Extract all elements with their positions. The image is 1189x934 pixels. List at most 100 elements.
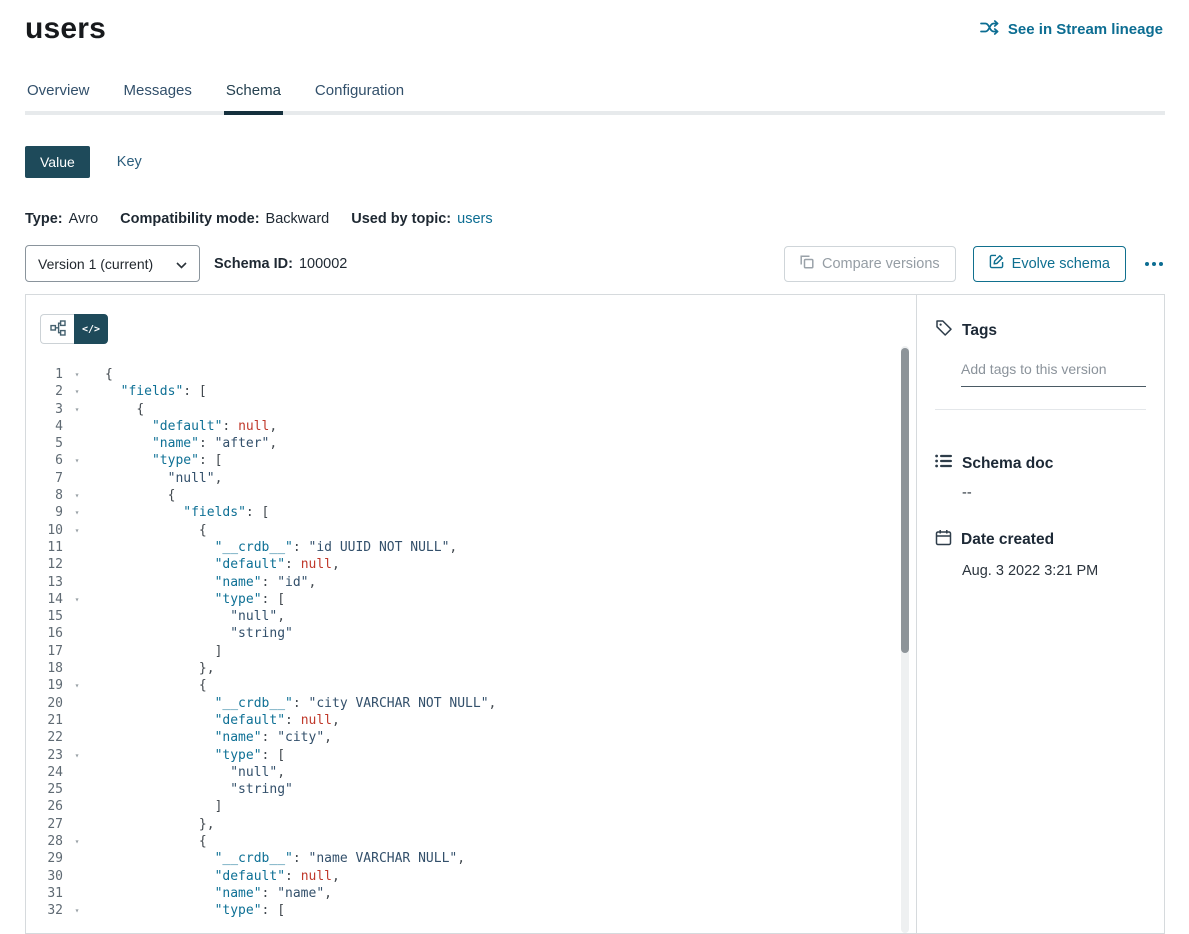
date-created-title: Date created [961, 531, 1054, 549]
code-text: "name": "city", [105, 729, 332, 746]
version-select[interactable]: Version 1 (current) [25, 245, 200, 282]
code-text: "fields": [ [105, 383, 207, 400]
editor-view-toggle: </> [26, 295, 916, 344]
code-line: 25 "string" [26, 781, 916, 798]
code-text: "name": "after", [105, 435, 277, 452]
code-text: { [105, 833, 207, 850]
line-number: 9 [26, 504, 63, 521]
fold-toggle-icon[interactable]: ▾ [69, 747, 85, 764]
schema-id: Schema ID: 100002 [214, 256, 347, 272]
line-number: 8 [26, 487, 63, 504]
code-view-button[interactable]: </> [74, 314, 108, 344]
compare-versions-label: Compare versions [822, 256, 940, 272]
fold-toggle-icon[interactable]: ▾ [69, 677, 85, 694]
code-line: 4 "default": null, [26, 418, 916, 435]
more-options-button[interactable] [1143, 256, 1165, 272]
used-by-topic: Used by topic: users [351, 211, 492, 227]
code-text: "default": null, [105, 868, 340, 885]
fold-toggle-icon[interactable]: ▾ [69, 522, 85, 539]
fold-spacer [69, 608, 85, 625]
fold-spacer [69, 695, 85, 712]
code-line: 23▾ "type": [ [26, 747, 916, 764]
code-line: 7 "null", [26, 470, 916, 487]
calendar-icon [935, 529, 952, 551]
compatibility-mode-label: Compatibility mode: [120, 211, 259, 227]
evolve-schema-button[interactable]: Evolve schema [973, 246, 1126, 282]
code-text: "type": [ [105, 452, 222, 469]
code-line: 28▾ { [26, 833, 916, 850]
editor-scrollbar[interactable] [901, 346, 909, 933]
code-line: 32▾ "type": [ [26, 902, 916, 919]
code-text: "type": [ [105, 591, 285, 608]
date-created-section: Date created Aug. 3 2022 3:21 PM [935, 529, 1146, 579]
value-toggle-button[interactable]: Value [25, 146, 90, 178]
code-line: 13 "name": "id", [26, 574, 916, 591]
fold-toggle-icon[interactable]: ▾ [69, 504, 85, 521]
tags-title: Tags [962, 322, 997, 340]
compare-icon [800, 255, 814, 273]
fold-spacer [69, 418, 85, 435]
fold-spacer [69, 625, 85, 642]
fold-toggle-icon[interactable]: ▾ [69, 833, 85, 850]
edit-icon [989, 254, 1004, 273]
code-text: "null", [105, 470, 222, 487]
stream-lineage-link[interactable]: See in Stream lineage [980, 20, 1163, 39]
fold-spacer [69, 470, 85, 487]
fold-toggle-icon[interactable]: ▾ [69, 383, 85, 400]
code-text: "__crdb__": "id UUID NOT NULL", [105, 539, 457, 556]
tab-schema[interactable]: Schema [224, 82, 283, 115]
line-number: 2 [26, 383, 63, 400]
fold-toggle-icon[interactable]: ▾ [69, 591, 85, 608]
code-line: 10▾ { [26, 522, 916, 539]
fold-toggle-icon[interactable]: ▾ [69, 452, 85, 469]
line-number: 24 [26, 764, 63, 781]
code-line: 29 "__crdb__": "name VARCHAR NULL", [26, 850, 916, 867]
code-line: 8▾ { [26, 487, 916, 504]
fold-toggle-icon[interactable]: ▾ [69, 487, 85, 504]
fold-spacer [69, 764, 85, 781]
schema-doc-title: Schema doc [962, 455, 1053, 473]
stream-lineage-label: See in Stream lineage [1008, 21, 1163, 38]
code-text: { [105, 677, 207, 694]
code-text: "string" [105, 781, 293, 798]
code-line: 6 ▾ "type": [ [26, 452, 916, 469]
code-text: }, [105, 660, 215, 677]
line-number: 6 [26, 452, 63, 469]
tags-input[interactable] [961, 357, 1146, 387]
line-number: 23 [26, 747, 63, 764]
fold-toggle-icon[interactable]: ▾ [69, 902, 85, 919]
version-select-value: Version 1 (current) [38, 256, 153, 272]
page-header: users See in Stream lineage [0, 0, 1189, 46]
fold-spacer [69, 781, 85, 798]
tab-configuration[interactable]: Configuration [313, 82, 406, 111]
ellipsis-icon [1145, 262, 1149, 266]
code-text: "type": [ [105, 902, 285, 919]
schema-doc-value: -- [962, 485, 1146, 501]
code-line: 11 "__crdb__": "id UUID NOT NULL", [26, 539, 916, 556]
code-text: "null", [105, 764, 285, 781]
line-number: 13 [26, 574, 63, 591]
code-line: 19▾ { [26, 677, 916, 694]
chevron-down-icon [176, 256, 187, 272]
fold-spacer [69, 712, 85, 729]
code-line: 20 "__crdb__": "city VARCHAR NOT NULL", [26, 695, 916, 712]
code-text: "default": null, [105, 712, 340, 729]
evolve-schema-label: Evolve schema [1012, 256, 1110, 272]
code-line: 9▾ "fields": [ [26, 504, 916, 521]
scrollbar-thumb[interactable] [901, 348, 909, 653]
key-toggle-button[interactable]: Key [117, 154, 142, 170]
tab-messages[interactable]: Messages [122, 82, 194, 111]
used-by-topic-label: Used by topic: [351, 211, 451, 227]
line-number: 18 [26, 660, 63, 677]
compare-versions-button[interactable]: Compare versions [784, 246, 956, 282]
tree-view-button[interactable] [40, 314, 74, 344]
fold-toggle-icon[interactable]: ▾ [69, 401, 85, 418]
fold-toggle-icon[interactable]: ▾ [69, 366, 85, 383]
line-number: 31 [26, 885, 63, 902]
fold-spacer [69, 539, 85, 556]
topic-link[interactable]: users [457, 211, 492, 227]
line-number: 4 [26, 418, 63, 435]
tab-overview[interactable]: Overview [25, 82, 92, 111]
code-line: 15 "null", [26, 608, 916, 625]
schema-panel: </> 1▾{2▾ "fields": [3▾ {4 "default": nu… [25, 294, 1165, 934]
